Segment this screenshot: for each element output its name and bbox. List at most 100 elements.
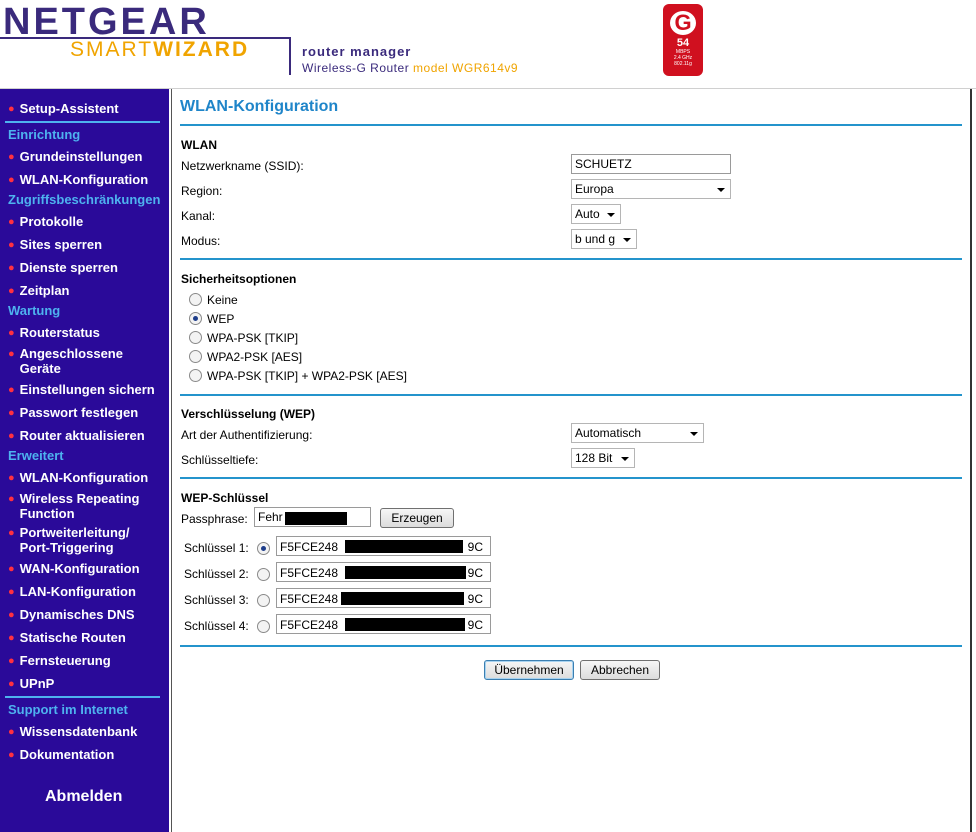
sidebar-item-setup-assistent[interactable]: ● Setup-Assistent <box>8 101 119 117</box>
router-type: Wireless-G Router <box>302 61 410 75</box>
auth-type-select[interactable]: Automatisch <box>571 423 704 443</box>
auth-type-value: Automatisch <box>575 426 642 440</box>
apply-button[interactable]: Übernehmen <box>484 660 574 680</box>
key3-prefix: F5FCE248 <box>280 592 339 606</box>
bullet-icon: ● <box>8 493 15 505</box>
router-model: model WGR614v9 <box>413 61 519 75</box>
security-option-wpa-psk[interactable]: WPA-PSK [TKIP] <box>189 331 298 347</box>
bullet-icon: ● <box>8 151 15 163</box>
sidebar-item-router-aktualisieren[interactable]: ● Router aktualisieren <box>8 428 145 444</box>
modus-label: Modus: <box>181 234 221 248</box>
bullet-icon: ● <box>8 472 15 484</box>
sidebar-item-dynamisches-dns[interactable]: ● Dynamisches DNS <box>8 607 135 623</box>
redaction-mark <box>341 592 464 605</box>
chevron-down-icon <box>690 432 698 436</box>
bullet-icon: ● <box>8 239 15 251</box>
key3-radio[interactable] <box>257 594 270 607</box>
sidebar-item-routerstatus[interactable]: ● Routerstatus <box>8 325 100 341</box>
router-manager-label: router manager <box>302 44 412 59</box>
sidebar-item-angeschlossene-geraete[interactable]: ● Angeschlossene Geräte <box>8 346 123 376</box>
bullet-icon: ● <box>8 174 15 186</box>
ssid-label: Netzwerkname (SSID): <box>181 159 304 173</box>
bullet-icon: ● <box>8 586 15 598</box>
sidebar-item-portweiterleitung[interactable]: ● Portweiterleitung/Port-Triggering <box>8 525 129 555</box>
smart-text: SMART <box>70 38 154 61</box>
label-line-2: Function <box>19 506 75 521</box>
region-value: Europa <box>575 182 614 196</box>
section-divider <box>180 645 962 647</box>
sidebar-item-dokumentation[interactable]: ● Dokumentation <box>8 747 114 763</box>
sidebar-item-wireless-repeating[interactable]: ● Wireless Repeating Function <box>8 491 139 521</box>
cancel-button[interactable]: Abbrechen <box>580 660 660 680</box>
badge-standard: 802.11g <box>674 61 692 67</box>
redaction-mark <box>285 512 347 525</box>
sidebar-divider <box>5 121 160 123</box>
sidebar-item-sites-sperren[interactable]: ● Sites sperren <box>8 237 102 253</box>
bullet-icon: ● <box>8 430 15 442</box>
sidebar-item-grundeinstellungen[interactable]: ● Grundeinstellungen <box>8 149 142 165</box>
sidebar-section-einrichtung: Einrichtung <box>8 127 81 142</box>
kanal-select[interactable]: Auto <box>571 204 621 224</box>
sidebar-item-wissensdatenbank[interactable]: ● Wissensdatenbank <box>8 724 137 740</box>
ssid-input[interactable] <box>571 154 731 174</box>
option-label: WPA2-PSK [AES] <box>207 350 303 364</box>
security-option-wpa-wpa2-mixed[interactable]: WPA-PSK [TKIP] + WPA2-PSK [AES] <box>189 369 407 385</box>
modus-select[interactable]: b und g <box>571 229 637 249</box>
logo-divider-vertical <box>289 37 291 75</box>
label-line-2: Port-Triggering <box>19 540 114 555</box>
bullet-icon: ● <box>8 262 15 274</box>
sidebar-item-fernsteuerung[interactable]: ● Fernsteuerung <box>8 653 111 669</box>
key3-suffix: 9C <box>467 592 483 606</box>
generate-button[interactable]: Erzeugen <box>380 508 454 528</box>
bullet-icon: ● <box>8 103 15 115</box>
bullet-icon: ● <box>8 563 15 575</box>
sidebar-item-einstellungen-sichern[interactable]: ● Einstellungen sichern <box>8 382 155 398</box>
section-title-wep-schluessel: WEP-Schlüssel <box>181 491 269 505</box>
radio-button[interactable] <box>189 293 202 306</box>
sidebar-item-upnp[interactable]: ● UPnP <box>8 676 54 692</box>
sidebar-item-lan-konfiguration[interactable]: ● LAN-Konfiguration <box>8 584 136 600</box>
sidebar-section-erweitert: Erweitert <box>8 448 64 463</box>
sidebar-item-dienste-sperren[interactable]: ● Dienste sperren <box>8 260 118 276</box>
key4-suffix: 9C <box>467 618 483 632</box>
sidebar-section-support: Support im Internet <box>8 702 128 717</box>
label-line-2: Geräte <box>19 361 61 376</box>
bullet-icon: ● <box>8 527 15 539</box>
auth-type-label: Art der Authentifizierung: <box>181 428 313 442</box>
redaction-mark <box>345 618 465 631</box>
section-divider <box>180 394 962 396</box>
chevron-down-icon <box>623 238 631 242</box>
sidebar-item-protokolle[interactable]: ● Protokolle <box>8 214 83 230</box>
key1-radio[interactable] <box>257 542 270 555</box>
key1-suffix: 9C <box>467 540 483 554</box>
region-select[interactable]: Europa <box>571 179 731 199</box>
sidebar-item-passwort-festlegen[interactable]: ● Passwort festlegen <box>8 405 138 421</box>
key2-suffix: 9C <box>467 566 483 580</box>
sidebar-item-zeitplan[interactable]: ● Zeitplan <box>8 283 70 299</box>
sidebar-section-zugriff: Zugriffsbeschränkungen <box>8 192 161 207</box>
security-option-keine[interactable]: Keine <box>189 293 238 309</box>
bullet-icon: ● <box>8 384 15 396</box>
bullet-icon: ● <box>8 327 15 339</box>
radio-button[interactable] <box>189 331 202 344</box>
radio-button-selected[interactable] <box>189 312 202 325</box>
key4-radio[interactable] <box>257 620 270 633</box>
key2-radio[interactable] <box>257 568 270 581</box>
kanal-label: Kanal: <box>181 209 216 223</box>
sidebar-item-wlan-konfiguration[interactable]: ● WLAN-Konfiguration <box>8 172 148 188</box>
sidebar-item-wlan-konfiguration-erweitert[interactable]: ● WLAN-Konfiguration <box>8 470 148 486</box>
section-title-sicherheitsoptionen: Sicherheitsoptionen <box>181 272 297 286</box>
region-label: Region: <box>181 184 223 198</box>
radio-button[interactable] <box>189 350 202 363</box>
kanal-value: Auto <box>575 207 600 221</box>
chevron-down-icon <box>607 213 615 217</box>
security-option-wpa2-psk[interactable]: WPA2-PSK [AES] <box>189 350 302 366</box>
radio-button[interactable] <box>189 369 202 382</box>
router-model-line: Wireless-G Router model WGR614v9 <box>302 61 518 75</box>
key-depth-select[interactable]: 128 Bit <box>571 448 635 468</box>
logout-link[interactable]: Abmelden <box>45 788 122 806</box>
sidebar-item-wan-konfiguration[interactable]: ● WAN-Konfiguration <box>8 561 140 577</box>
key-depth-label: Schlüsseltiefe: <box>181 453 259 467</box>
security-option-wep[interactable]: WEP <box>189 312 234 328</box>
sidebar-item-statische-routen[interactable]: ● Statische Routen <box>8 630 126 646</box>
